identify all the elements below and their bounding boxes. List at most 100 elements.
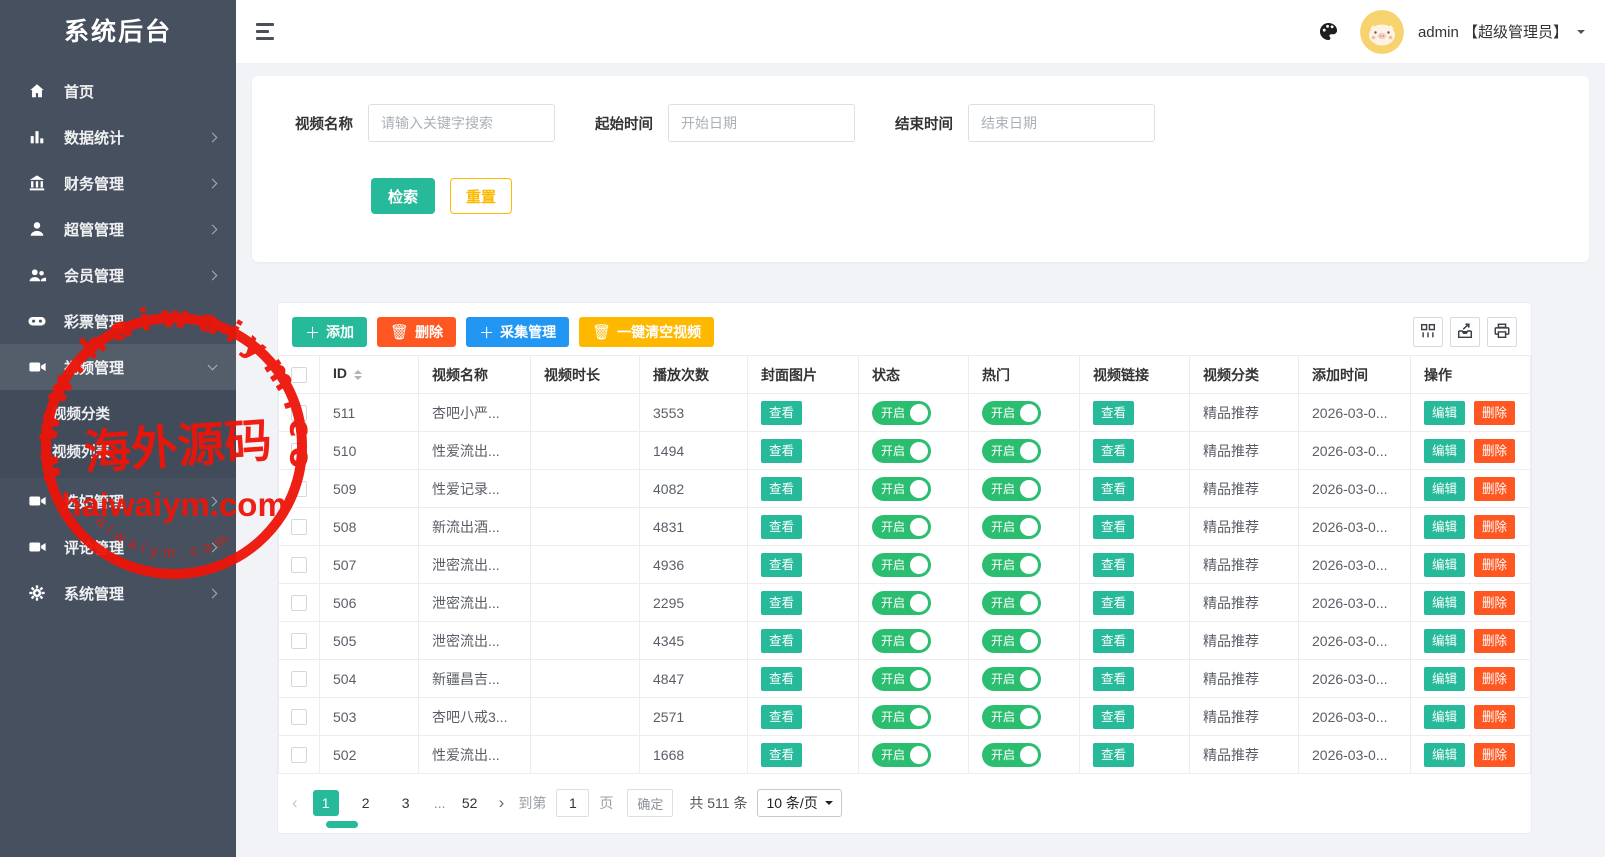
sidebar-item-system[interactable]: 系统管理 — [0, 570, 236, 616]
row-checkbox[interactable] — [291, 443, 307, 459]
edit-button[interactable]: 编辑 — [1424, 553, 1465, 577]
view-cover-button[interactable]: 查看 — [761, 439, 802, 463]
view-cover-button[interactable]: 查看 — [761, 591, 802, 615]
page-number[interactable]: 3 — [393, 790, 419, 816]
row-checkbox[interactable] — [291, 481, 307, 497]
columns-button[interactable] — [1413, 317, 1443, 347]
reset-button[interactable]: 重置 — [450, 178, 512, 214]
status-toggle[interactable]: 开启 — [872, 401, 931, 425]
goto-confirm-button[interactable]: 确定 — [627, 789, 673, 817]
delete-row-button[interactable]: 删除 — [1474, 553, 1515, 577]
status-toggle[interactable]: 开启 — [872, 439, 931, 463]
admin-label[interactable]: admin 【超级管理员】 — [1418, 21, 1568, 42]
view-link-button[interactable]: 查看 — [1093, 667, 1134, 691]
page-number[interactable]: 2 — [353, 790, 379, 816]
sidebar-item-video-list[interactable]: 视频列表 — [0, 434, 236, 472]
edit-button[interactable]: 编辑 — [1424, 629, 1465, 653]
sidebar-item-members[interactable]: 会员管理 — [0, 252, 236, 298]
clear-all-videos-button[interactable]: 🗑一键清空视频 — [579, 317, 714, 347]
view-link-button[interactable]: 查看 — [1093, 743, 1134, 767]
delete-row-button[interactable]: 删除 — [1474, 401, 1515, 425]
select-all-checkbox[interactable] — [291, 367, 307, 383]
edit-button[interactable]: 编辑 — [1424, 401, 1465, 425]
view-cover-button[interactable]: 查看 — [761, 743, 802, 767]
status-toggle[interactable]: 开启 — [872, 705, 931, 729]
print-button[interactable] — [1487, 317, 1517, 347]
view-cover-button[interactable]: 查看 — [761, 477, 802, 501]
row-checkbox[interactable] — [291, 557, 307, 573]
status-toggle[interactable]: 开启 — [872, 591, 931, 615]
sidebar-collapse-icon[interactable] — [256, 19, 276, 45]
page-number[interactable]: 1 — [313, 790, 339, 816]
hot-toggle[interactable]: 开启 — [982, 515, 1041, 539]
sort-icon[interactable] — [354, 366, 362, 384]
horizontal-scrollbar-thumb[interactable] — [326, 821, 358, 828]
hot-toggle[interactable]: 开启 — [982, 401, 1041, 425]
delete-row-button[interactable]: 删除 — [1474, 515, 1515, 539]
view-cover-button[interactable]: 查看 — [761, 667, 802, 691]
hot-toggle[interactable]: 开启 — [982, 439, 1041, 463]
status-toggle[interactable]: 开启 — [872, 667, 931, 691]
view-link-button[interactable]: 查看 — [1093, 401, 1134, 425]
edit-button[interactable]: 编辑 — [1424, 591, 1465, 615]
sidebar-item-video[interactable]: 视频管理 — [0, 344, 236, 390]
view-cover-button[interactable]: 查看 — [761, 515, 802, 539]
hot-toggle[interactable]: 开启 — [982, 743, 1041, 767]
collect-manage-button[interactable]: ＋采集管理 — [466, 317, 569, 347]
view-link-button[interactable]: 查看 — [1093, 439, 1134, 463]
add-button[interactable]: ＋添加 — [292, 317, 367, 347]
sidebar-item-video-category[interactable]: 视频分类 — [0, 396, 236, 434]
view-cover-button[interactable]: 查看 — [761, 553, 802, 577]
goto-page-input[interactable] — [556, 789, 589, 817]
row-checkbox[interactable] — [291, 519, 307, 535]
row-checkbox[interactable] — [291, 595, 307, 611]
sidebar-item-home[interactable]: 首页 — [0, 68, 236, 114]
view-link-button[interactable]: 查看 — [1093, 591, 1134, 615]
sidebar-item-superadmin[interactable]: 超管管理 — [0, 206, 236, 252]
delete-row-button[interactable]: 删除 — [1474, 591, 1515, 615]
view-cover-button[interactable]: 查看 — [761, 401, 802, 425]
edit-button[interactable]: 编辑 — [1424, 743, 1465, 767]
edit-button[interactable]: 编辑 — [1424, 515, 1465, 539]
video-name-input[interactable] — [368, 104, 555, 142]
prev-page-icon[interactable]: ‹ — [292, 793, 298, 813]
delete-row-button[interactable]: 删除 — [1474, 705, 1515, 729]
sidebar-item-lottery[interactable]: 彩票管理 — [0, 298, 236, 344]
view-link-button[interactable]: 查看 — [1093, 705, 1134, 729]
delete-row-button[interactable]: 删除 — [1474, 439, 1515, 463]
status-toggle[interactable]: 开启 — [872, 477, 931, 501]
delete-row-button[interactable]: 删除 — [1474, 629, 1515, 653]
search-button[interactable]: 检索 — [371, 178, 435, 214]
edit-button[interactable]: 编辑 — [1424, 667, 1465, 691]
view-link-button[interactable]: 查看 — [1093, 629, 1134, 653]
view-link-button[interactable]: 查看 — [1093, 553, 1134, 577]
view-cover-button[interactable]: 查看 — [761, 705, 802, 729]
delete-row-button[interactable]: 删除 — [1474, 477, 1515, 501]
per-page-select[interactable]: 10 条/页 — [757, 789, 841, 817]
view-link-button[interactable]: 查看 — [1093, 515, 1134, 539]
start-date-input[interactable] — [668, 104, 855, 142]
avatar[interactable] — [1360, 10, 1404, 54]
edit-button[interactable]: 编辑 — [1424, 439, 1465, 463]
theme-palette-icon[interactable] — [1319, 22, 1338, 41]
view-cover-button[interactable]: 查看 — [761, 629, 802, 653]
sidebar-item-comments[interactable]: 评论管理 — [0, 524, 236, 570]
row-checkbox[interactable] — [291, 671, 307, 687]
sidebar-item-stats[interactable]: 数据统计 — [0, 114, 236, 160]
status-toggle[interactable]: 开启 — [872, 515, 931, 539]
column-header[interactable]: ID — [320, 356, 419, 394]
hot-toggle[interactable]: 开启 — [982, 705, 1041, 729]
row-checkbox[interactable] — [291, 633, 307, 649]
sidebar-item-finance[interactable]: 财务管理 — [0, 160, 236, 206]
hot-toggle[interactable]: 开启 — [982, 553, 1041, 577]
status-toggle[interactable]: 开启 — [872, 743, 931, 767]
hot-toggle[interactable]: 开启 — [982, 629, 1041, 653]
status-toggle[interactable]: 开启 — [872, 553, 931, 577]
edit-button[interactable]: 编辑 — [1424, 705, 1465, 729]
export-button[interactable] — [1450, 317, 1480, 347]
edit-button[interactable]: 编辑 — [1424, 477, 1465, 501]
status-toggle[interactable]: 开启 — [872, 629, 931, 653]
delete-row-button[interactable]: 删除 — [1474, 743, 1515, 767]
row-checkbox[interactable] — [291, 747, 307, 763]
hot-toggle[interactable]: 开启 — [982, 667, 1041, 691]
